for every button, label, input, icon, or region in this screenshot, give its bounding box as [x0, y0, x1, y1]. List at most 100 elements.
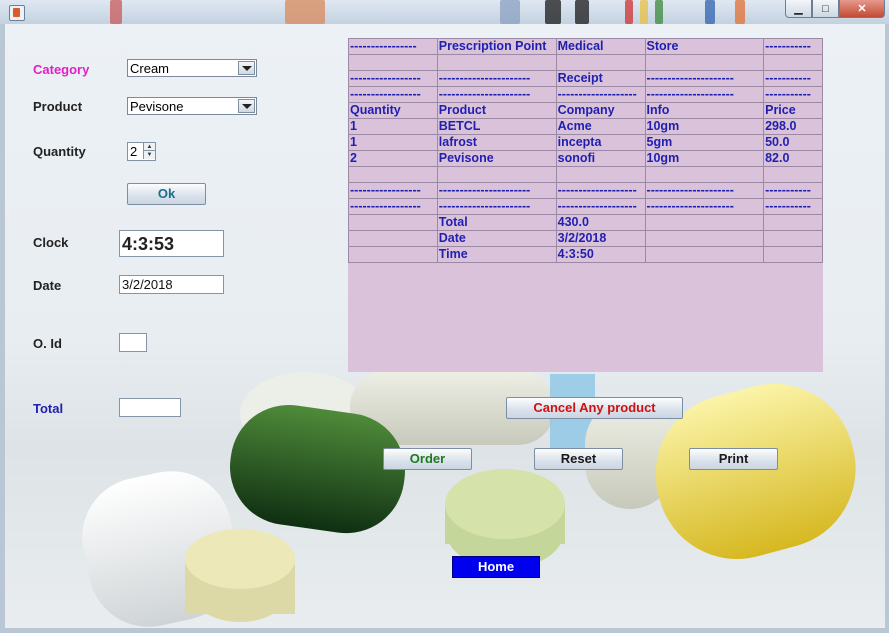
receipt-cell: --------------------- — [644, 198, 765, 215]
clock-field[interactable]: 4:3:53 — [119, 230, 224, 257]
receipt-cell: --------------------- — [644, 86, 765, 103]
receipt-cell: Quantity — [348, 102, 438, 119]
receipt-cell: ------------------- — [555, 86, 646, 103]
pills-background-image — [82, 370, 856, 627]
receipt-cell: Medical — [555, 38, 646, 55]
receipt-cell: ----------------- — [348, 182, 438, 199]
receipt-row: ---------------- Prescription Point Medica… — [348, 38, 823, 55]
receipt-cell: ------------------- — [555, 198, 646, 215]
receipt-row — [348, 166, 823, 183]
receipt-cell: --------------------- — [644, 182, 765, 199]
receipt-row: Date 3/2/2018 — [348, 230, 823, 247]
receipt-cell: Total — [436, 214, 557, 231]
receipt-cell: ----------- — [763, 38, 823, 55]
background-blur — [735, 0, 745, 24]
chevron-down-icon[interactable] — [238, 99, 255, 113]
receipt-cell: 10gm — [644, 118, 765, 135]
receipt-cell: Receipt — [555, 70, 646, 87]
date-field[interactable]: 3/2/2018 — [119, 275, 224, 294]
maximize-button[interactable]: □ — [812, 0, 839, 18]
background-blur — [500, 0, 520, 24]
receipt-cell — [348, 54, 438, 71]
receipt-cell — [555, 54, 646, 71]
receipt-cell: --------------------- — [644, 70, 765, 87]
product-combobox[interactable]: Pevisone — [127, 97, 257, 115]
receipt-cell: 3/2/2018 — [555, 230, 646, 247]
total-label: Total — [33, 401, 64, 416]
date-value: 3/2/2018 — [122, 277, 173, 292]
clock-label: Clock — [33, 235, 69, 250]
receipt-cell — [348, 230, 438, 247]
category-combobox[interactable]: Cream — [127, 59, 257, 77]
order-id-field[interactable] — [119, 333, 147, 352]
receipt-panel: ---------------- Prescription Point Medica… — [348, 38, 823, 372]
receipt-table: ---------------- Prescription Point Medica… — [348, 38, 823, 263]
receipt-cell: 82.0 — [763, 150, 823, 167]
spinner-up-icon[interactable]: ▲ — [143, 143, 155, 151]
receipt-cell: Store — [644, 38, 765, 55]
order-button-label: Order — [409, 451, 446, 466]
chevron-down-icon[interactable] — [238, 61, 255, 75]
receipt-cell: Time — [436, 246, 557, 263]
receipt-row: ----------------- ---------------------- -… — [348, 198, 823, 215]
receipt-cell: Company — [555, 102, 646, 119]
minimize-button[interactable]: ▁ — [785, 0, 812, 18]
receipt-row: Total 430.0 — [348, 214, 823, 231]
print-button[interactable]: Print — [689, 448, 778, 470]
receipt-cell: 1 — [348, 118, 438, 135]
date-label: Date — [33, 278, 62, 293]
receipt-cell: 5gm — [644, 134, 765, 151]
receipt-cell — [644, 166, 765, 183]
receipt-cell: 298.0 — [763, 118, 823, 135]
order-button[interactable]: Order — [383, 448, 472, 470]
receipt-row: Time 4:3:50 — [348, 246, 823, 263]
receipt-cell — [348, 214, 438, 231]
reset-button[interactable]: Reset — [534, 448, 623, 470]
ok-button[interactable]: Ok — [127, 183, 206, 205]
receipt-cell: ----------- — [763, 70, 823, 87]
receipt-cell: Product — [436, 102, 557, 119]
category-value: Cream — [130, 61, 170, 76]
receipt-cell: sonofi — [555, 150, 646, 167]
receipt-cell — [763, 230, 823, 247]
receipt-cell: incepta — [555, 134, 646, 151]
receipt-cell: ----------- — [763, 86, 823, 103]
spinner-down-icon[interactable]: ▼ — [143, 151, 155, 159]
background-blur — [655, 0, 663, 24]
total-field[interactable] — [119, 398, 181, 417]
print-button-label: Print — [718, 451, 749, 466]
receipt-cell: 2 — [348, 150, 438, 167]
receipt-cell: 430.0 — [555, 214, 646, 231]
receipt-cell: ---------------------- — [436, 182, 557, 199]
receipt-cell: ---------------------- — [436, 70, 557, 87]
receipt-cell: ------------------- — [555, 182, 646, 199]
receipt-cell — [644, 246, 765, 263]
reset-button-label: Reset — [560, 451, 597, 466]
receipt-row: ----------------- ---------------------- R… — [348, 70, 823, 87]
receipt-cell: lafrost — [436, 134, 557, 151]
receipt-cell — [644, 230, 765, 247]
cancel-any-product-button[interactable]: Cancel Any product — [506, 397, 683, 419]
receipt-cell: Info — [644, 102, 765, 119]
product-label: Product — [33, 99, 83, 114]
background-blur — [625, 0, 633, 24]
receipt-cell — [348, 166, 438, 183]
quantity-label: Quantity — [33, 144, 86, 159]
receipt-cell: 10gm — [644, 150, 765, 167]
receipt-row: 1 BETCL Acme 10gm 298.0 — [348, 118, 823, 135]
background-blur — [110, 0, 122, 24]
receipt-cell: ---------------------- — [436, 198, 557, 215]
receipt-row: 1 lafrost incepta 5gm 50.0 — [348, 134, 823, 151]
receipt-row — [348, 54, 823, 71]
close-button[interactable]: ✕ — [839, 0, 885, 18]
quantity-value: 2 — [130, 144, 138, 159]
quantity-spinner[interactable]: 2 ▲ ▼ — [127, 142, 156, 161]
receipt-cell: BETCL — [436, 118, 557, 135]
home-button[interactable]: Home — [452, 556, 540, 578]
receipt-cell — [644, 214, 765, 231]
product-value: Pevisone — [130, 99, 184, 114]
receipt-row: ----------------- ---------------------- -… — [348, 86, 823, 103]
receipt-cell: Date — [436, 230, 557, 247]
receipt-cell: ----------------- — [348, 86, 438, 103]
receipt-cell — [763, 54, 823, 71]
